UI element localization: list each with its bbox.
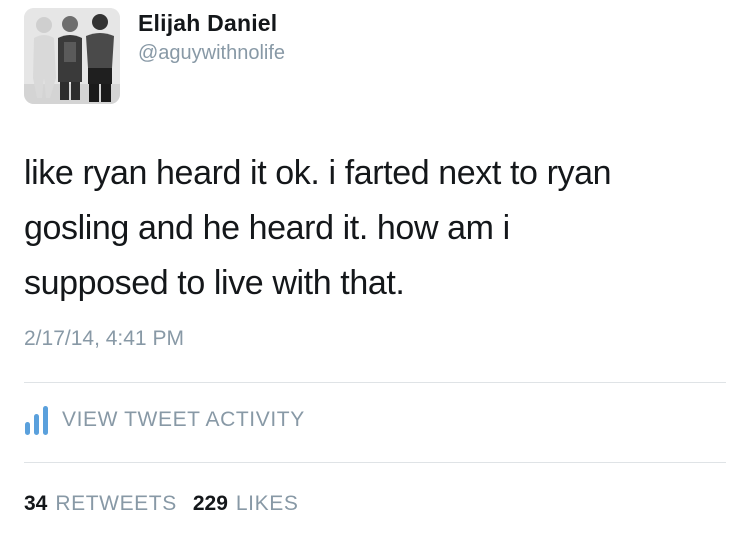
bar-chart-icon [25, 406, 48, 435]
likes-stat[interactable]: 229 LIKES [193, 492, 299, 516]
retweets-label: RETWEETS [55, 492, 177, 515]
user-handle[interactable]: @aguywithnolife [138, 42, 285, 65]
view-tweet-activity-button[interactable]: VIEW TWEET ACTIVITY [24, 404, 305, 436]
divider [24, 382, 726, 383]
view-tweet-activity-label: VIEW TWEET ACTIVITY [62, 408, 305, 431]
tweet-stats: 34 RETWEETS 229 LIKES [24, 492, 314, 516]
profile-photo-icon [24, 8, 120, 104]
divider [24, 462, 726, 463]
tweet-text-line: like ryan heard it ok. i farted next to … [24, 154, 612, 192]
display-name[interactable]: Elijah Daniel [138, 10, 277, 37]
avatar[interactable] [24, 8, 120, 104]
likes-label: LIKES [235, 492, 299, 515]
tweet-timestamp: 2/17/14, 4:41 PM [24, 327, 184, 350]
retweets-count: 34 [24, 492, 48, 515]
tweet-text-line: supposed to live with that. [24, 264, 405, 302]
tweet-text-line: gosling and he heard it. how am i [24, 209, 510, 247]
likes-count: 229 [192, 492, 228, 515]
retweets-stat[interactable]: 34 RETWEETS [24, 492, 177, 516]
tweet-text: like ryan heard it ok. i farted next to … [24, 146, 724, 311]
tweet-detail: Elijah Daniel @aguywithnolife like ryan … [0, 0, 749, 535]
